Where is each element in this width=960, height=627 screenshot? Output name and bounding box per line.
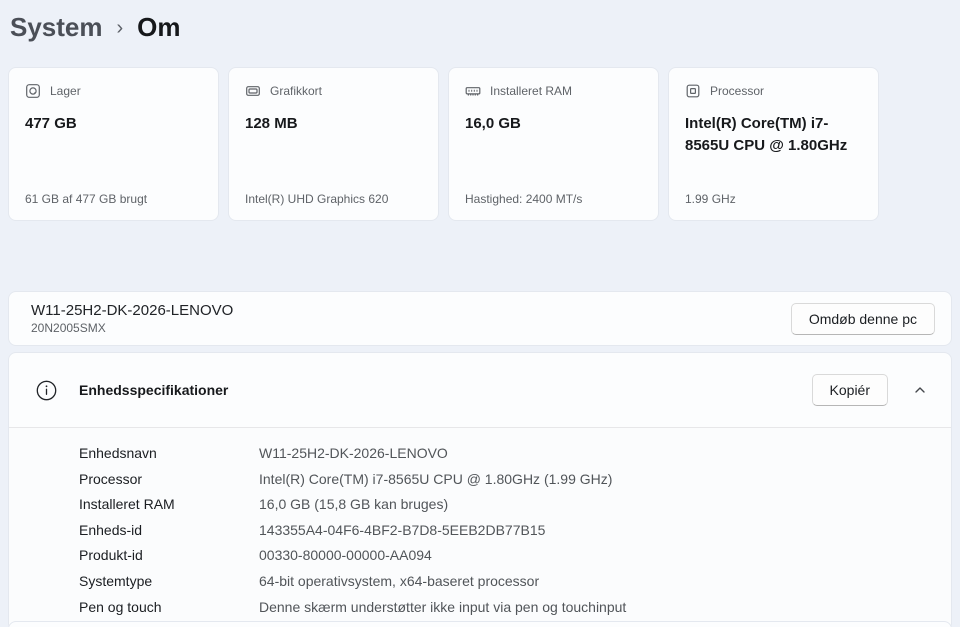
table-row: Produkt-id 00330-80000-00000-AA094	[79, 543, 951, 569]
device-specifications-table: Enhedsnavn W11-25H2-DK-2026-LENOVO Proce…	[9, 428, 951, 627]
graphics-card: Grafikkort 128 MB Intel(R) UHD Graphics …	[228, 67, 439, 221]
spec-value-ram: 16,0 GB (15,8 GB kan bruges)	[259, 496, 449, 513]
ram-icon	[465, 83, 481, 99]
cpu-icon	[685, 83, 701, 99]
storage-card-value: 477 GB	[25, 115, 77, 132]
storage-card: Lager 477 GB 61 GB af 477 GB brugt	[8, 67, 219, 221]
spec-label-system-type: Systemtype	[79, 572, 153, 589]
breadcrumb: System › Om	[0, 0, 960, 43]
processor-card-value: Intel(R) Core(TM) i7-8565U CPU @ 1.80GHz	[685, 115, 848, 154]
processor-card-caption: 1.99 GHz	[685, 192, 736, 206]
spec-value-product-id: 00330-80000-00000-AA094	[259, 547, 432, 564]
chevron-up-icon[interactable]	[905, 379, 935, 401]
info-icon	[36, 380, 57, 401]
table-row: Systemtype 64-bit operativsystem, x64-ba…	[79, 569, 951, 595]
breadcrumb-separator-icon: ›	[116, 17, 124, 39]
spec-label-product-id: Produkt-id	[79, 547, 143, 564]
device-specifications-panel: Enhedsspecifikationer Kopiér Enhedsnavn …	[8, 352, 952, 627]
table-row: Processor Intel(R) Core(TM) i7-8565U CPU…	[79, 467, 951, 493]
table-row: Enhedsnavn W11-25H2-DK-2026-LENOVO	[79, 441, 951, 467]
breadcrumb-system[interactable]: System	[10, 12, 103, 43]
device-name-block: W11-25H2-DK-2026-LENOVO 20N2005SMX	[31, 302, 233, 335]
storage-icon	[25, 83, 41, 99]
spec-value-device-name: W11-25H2-DK-2026-LENOVO	[259, 445, 448, 461]
spec-value-pen-touch: Denne skærm understøtter ikke input via …	[259, 598, 627, 615]
spec-value-device-id: 143355A4-04F6-4BF2-B7D8-5EEB2DB77B15	[259, 521, 546, 538]
gpu-icon	[245, 83, 261, 99]
graphics-card-label: Grafikkort	[270, 84, 323, 98]
device-name: W11-25H2-DK-2026-LENOVO	[31, 302, 234, 319]
page-title: Om	[137, 12, 181, 42]
storage-card-label: Lager	[50, 84, 81, 98]
storage-card-caption: 61 GB af 477 GB brugt	[25, 192, 148, 206]
ram-card-label: Installeret RAM	[490, 84, 573, 98]
ram-card-caption: Hastighed: 2400 MT/s	[465, 192, 583, 206]
copy-button[interactable]: Kopiér	[811, 374, 888, 406]
device-model: 20N2005SMX	[31, 321, 106, 335]
spec-label-ram: Installeret RAM	[79, 496, 175, 513]
spec-label-processor: Processor	[79, 470, 143, 487]
spec-label-device-id: Enheds-id	[79, 521, 143, 538]
table-row: Enheds-id 143355A4-04F6-4BF2-B7D8-5EEB2D…	[79, 518, 951, 544]
device-specifications-header[interactable]: Enhedsspecifikationer Kopiér	[9, 353, 951, 427]
stat-cards-row: Lager 477 GB 61 GB af 477 GB brugt Grafi…	[8, 67, 960, 221]
ram-card-value: 16,0 GB	[465, 115, 521, 132]
device-name-panel: W11-25H2-DK-2026-LENOVO 20N2005SMX Omdøb…	[8, 291, 952, 346]
spec-label-device-name: Enhedsnavn	[79, 445, 157, 461]
spec-value-system-type: 64-bit operativsystem, x64-baseret proce…	[259, 572, 540, 589]
table-row: Installeret RAM 16,0 GB (15,8 GB kan bru…	[79, 492, 951, 518]
table-row: Pen og touch Denne skærm understøtter ik…	[79, 595, 951, 621]
graphics-card-value: 128 MB	[245, 115, 298, 132]
device-specifications-title: Enhedsspecifikationer	[79, 382, 229, 398]
spec-value-processor: Intel(R) Core(TM) i7-8565U CPU @ 1.80GHz…	[259, 470, 613, 487]
processor-card: Processor Intel(R) Core(TM) i7-8565U CPU…	[668, 67, 879, 221]
next-panel-sliver	[8, 621, 952, 627]
ram-card: Installeret RAM 16,0 GB Hastighed: 2400 …	[448, 67, 659, 221]
processor-card-label: Processor	[710, 84, 765, 98]
rename-pc-button[interactable]: Omdøb denne pc	[790, 302, 935, 335]
spec-label-pen-touch: Pen og touch	[79, 598, 162, 615]
graphics-card-caption: Intel(R) UHD Graphics 620	[245, 192, 389, 206]
